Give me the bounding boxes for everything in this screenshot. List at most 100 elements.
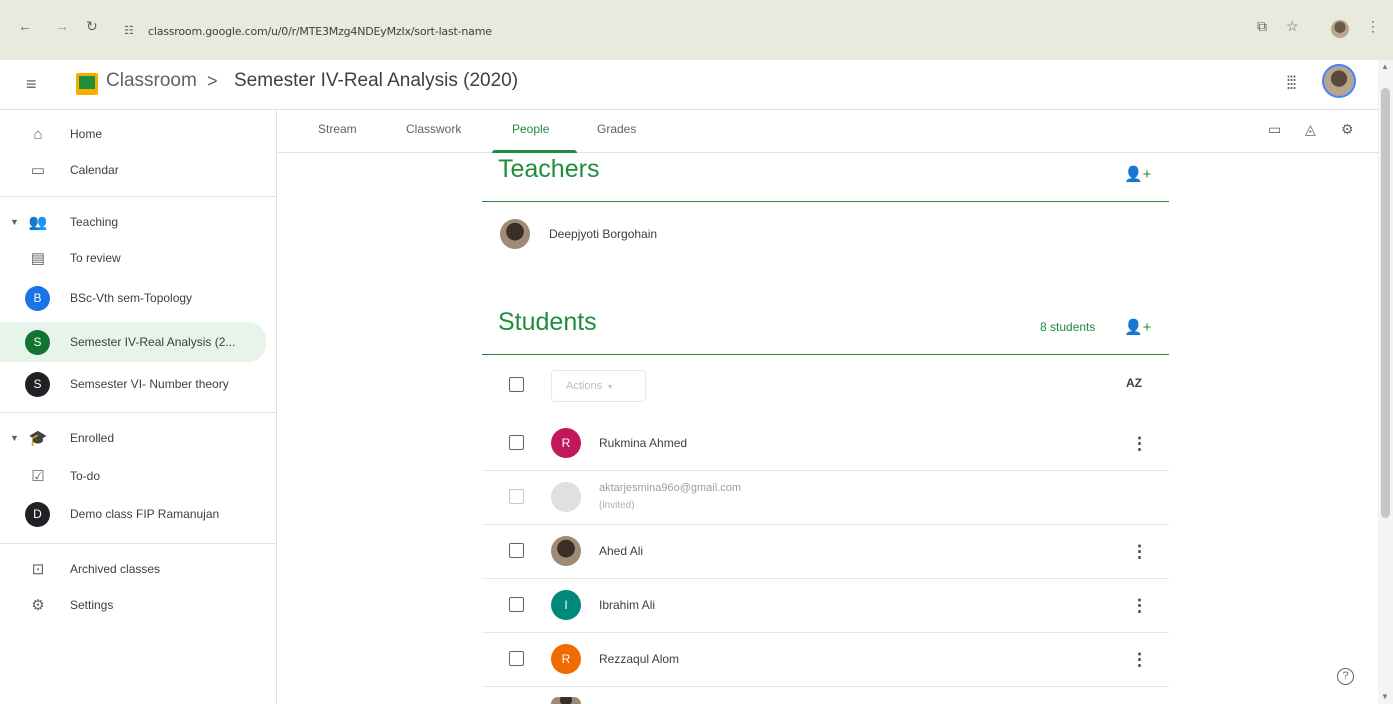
class-avatar: B	[25, 285, 50, 311]
more-options-icon[interactable]: ⋮	[1131, 434, 1148, 454]
app-title[interactable]: Classroom	[106, 70, 197, 92]
sidebar-divider	[0, 412, 277, 413]
student-count: 8 students	[1040, 320, 1096, 334]
drive-folder-icon[interactable]: ◬	[1305, 121, 1316, 138]
sidebar-item-enrolled[interactable]: ▼ 🎓 Enrolled	[0, 420, 266, 456]
student-name: Ahed Ali	[599, 544, 644, 558]
dropdown-arrow-icon: ▾	[608, 381, 613, 391]
browser-toolbar: ← → ↻ ☷ classroom.google.com/u/0/r/MTE3M…	[0, 0, 1393, 60]
folder-review-icon: ▤	[30, 250, 46, 267]
student-checkbox[interactable]	[509, 597, 524, 612]
student-name: Rukmina Ahmed	[599, 436, 688, 450]
install-app-icon[interactable]: ⧉	[1257, 18, 1267, 35]
sidebar-item-label: Calendar	[70, 163, 119, 177]
scroll-down-icon[interactable]: ▼	[1381, 692, 1389, 701]
sidebar-item-settings[interactable]: ⚙ Settings	[0, 587, 266, 623]
teachers-divider	[482, 201, 1169, 202]
students-heading: Students	[498, 308, 597, 336]
sidebar-item-label: Home	[70, 127, 103, 141]
reload-icon[interactable]: ↻	[86, 18, 98, 35]
breadcrumb-chevron-icon: >	[207, 71, 218, 91]
class-avatar: S	[25, 329, 50, 355]
scroll-thumb[interactable]	[1381, 88, 1390, 518]
sidebar-item-archived[interactable]: ⊡ Archived classes	[0, 551, 266, 587]
invite-teacher-icon[interactable]: 👤+	[1124, 165, 1151, 183]
main-menu-icon[interactable]: ≡	[26, 74, 37, 95]
page-scrollbar[interactable]: ▲ ▼	[1378, 60, 1393, 704]
tab-stream[interactable]: Stream	[318, 122, 357, 136]
archive-icon: ⊡	[31, 561, 45, 578]
sidebar-item-label: To-do	[70, 469, 101, 483]
sidebar-item-class-demo[interactable]: D Demo class FIP Ramanujan	[0, 496, 266, 532]
row-divider	[482, 632, 1169, 633]
sidebar-item-class-real-analysis[interactable]: S Semester IV-Real Analysis (2...	[0, 322, 266, 362]
enrolled-icon: 🎓	[28, 430, 48, 447]
actions-dropdown[interactable]: Actions ▾	[551, 370, 646, 402]
select-all-checkbox[interactable]	[509, 377, 524, 392]
teacher-name: Deepjyoti Borgohain	[549, 227, 658, 241]
sidebar: ⌂ Home ▭ Calendar ▼ 👥 Teaching ▤ To revi…	[0, 110, 277, 704]
class-avatar: S	[25, 371, 50, 397]
todo-icon: ☑	[31, 468, 45, 485]
class-title[interactable]: Semester IV-Real Analysis (2020)	[234, 70, 518, 92]
bookmark-star-icon[interactable]: ☆	[1286, 18, 1299, 35]
caret-down-icon[interactable]: ▼	[10, 433, 19, 443]
sidebar-item-label: Teaching	[70, 215, 119, 229]
student-avatar: R	[551, 428, 581, 458]
student-checkbox[interactable]	[509, 435, 524, 450]
student-avatar-partial	[551, 697, 581, 704]
caret-down-icon[interactable]: ▼	[10, 217, 19, 227]
account-avatar[interactable]	[1322, 64, 1356, 98]
active-tab-indicator	[492, 150, 577, 153]
address-bar[interactable]: ☷ classroom.google.com/u/0/r/MTE3Mzg4NDE…	[114, 17, 1210, 45]
invite-student-icon[interactable]: 👤+	[1124, 318, 1151, 336]
row-divider	[482, 686, 1169, 687]
student-name: Ibrahim Ali	[599, 598, 656, 612]
sidebar-item-class-topology[interactable]: B BSc-Vth sem-Topology	[0, 280, 266, 316]
more-options-icon[interactable]: ⋮	[1131, 596, 1148, 616]
student-checkbox	[509, 489, 524, 504]
calendar-icon[interactable]: ▭	[1268, 121, 1281, 138]
sidebar-item-calendar[interactable]: ▭ Calendar	[0, 152, 266, 188]
google-apps-icon[interactable]: ⁞⁞⁞	[1286, 73, 1297, 94]
sidebar-item-todo[interactable]: ☑ To-do	[0, 458, 266, 494]
tab-grades[interactable]: Grades	[597, 122, 636, 136]
invited-email: aktarjesmina96o@gmail.com	[599, 482, 742, 494]
student-avatar	[551, 536, 581, 566]
app-header: ≡ Classroom > Semester IV-Real Analysis …	[0, 60, 1378, 110]
settings-icon: ⚙	[31, 597, 45, 614]
student-checkbox[interactable]	[509, 651, 524, 666]
sidebar-item-label: Demo class FIP Ramanujan	[70, 507, 220, 521]
scroll-up-icon[interactable]: ▲	[1381, 62, 1389, 71]
calendar-icon: ▭	[30, 162, 46, 179]
forward-icon[interactable]: →	[55, 18, 69, 34]
student-avatar: I	[551, 590, 581, 620]
students-divider	[482, 354, 1169, 355]
tab-classwork[interactable]: Classwork	[406, 122, 461, 136]
more-options-icon[interactable]: ⋮	[1131, 542, 1148, 562]
browser-profile-avatar[interactable]	[1331, 20, 1349, 38]
teachers-heading: Teachers	[498, 155, 600, 183]
invited-avatar-icon	[551, 482, 581, 512]
sort-az-icon[interactable]: AZ	[1126, 376, 1142, 390]
actions-label: Actions	[566, 380, 603, 392]
teacher-avatar	[500, 219, 530, 249]
site-info-icon[interactable]: ☷	[124, 24, 134, 37]
tab-people[interactable]: People	[512, 122, 549, 136]
back-icon[interactable]: ←	[18, 18, 32, 34]
help-icon[interactable]: ?	[1337, 668, 1354, 685]
classroom-logo[interactable]	[76, 73, 98, 95]
sidebar-item-home[interactable]: ⌂ Home	[0, 116, 266, 152]
sidebar-item-to-review[interactable]: ▤ To review	[0, 240, 266, 276]
class-avatar: D	[25, 501, 50, 527]
sidebar-item-label: Enrolled	[70, 431, 115, 445]
sidebar-item-class-number-theory[interactable]: S Semsester VI- Number theory	[0, 366, 266, 402]
browser-menu-icon[interactable]: ⋮	[1366, 18, 1380, 35]
class-settings-icon[interactable]: ⚙	[1341, 121, 1354, 138]
sidebar-divider	[0, 543, 277, 544]
student-checkbox[interactable]	[509, 543, 524, 558]
student-avatar: R	[551, 644, 581, 674]
more-options-icon[interactable]: ⋮	[1131, 650, 1148, 670]
sidebar-item-teaching[interactable]: ▼ 👥 Teaching	[0, 204, 266, 240]
row-divider	[482, 470, 1169, 471]
